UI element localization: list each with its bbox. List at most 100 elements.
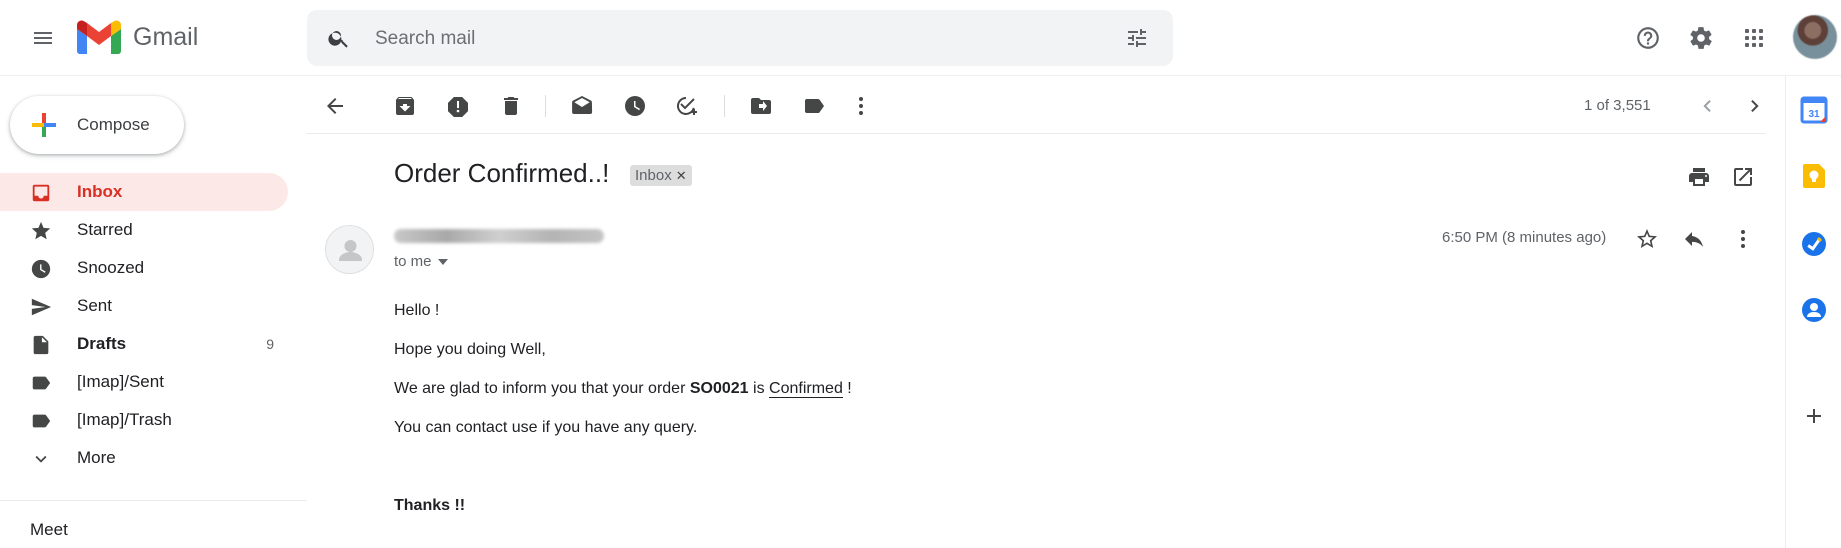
sidebar-item-snoozed[interactable]: Snoozed [0, 249, 288, 287]
sidebar-item-label: Starred [77, 220, 133, 239]
pagination-label: 1 of 3,551 [1584, 97, 1651, 114]
sidebar-divider [0, 500, 307, 501]
drafts-count: 9 [266, 336, 274, 352]
sidebar-item-label: Drafts [77, 334, 127, 353]
avatar[interactable] [1793, 15, 1837, 59]
body-signoff: Thanks !! [394, 497, 466, 514]
body-line: Hope you doing Well, [394, 341, 546, 358]
calendar-app-button[interactable]: 31 [1800, 96, 1828, 124]
reply-button[interactable] [1674, 219, 1714, 259]
sidebar-item-label: [Imap]/Sent [77, 372, 164, 391]
mark-unread-button[interactable] [564, 88, 600, 124]
more-vert-icon [859, 97, 863, 115]
order-status: Confirmed [769, 380, 843, 398]
get-addons-button[interactable] [1800, 402, 1828, 430]
gmail-m-icon [77, 20, 121, 54]
side-panel: 31 [1785, 76, 1841, 548]
archive-icon [396, 97, 414, 115]
google-apps-button[interactable] [1732, 16, 1776, 60]
report-spam-button[interactable] [440, 88, 476, 124]
print-icon [1689, 168, 1709, 186]
message-subject: Order Confirmed..! [394, 158, 610, 188]
gmail-logo[interactable]: Gmail [77, 20, 198, 54]
sidebar-item-drafts[interactable]: Drafts 9 [0, 325, 288, 363]
calendar-icon: 31 [1800, 96, 1828, 124]
older-button[interactable] [1737, 88, 1773, 124]
star-outline-icon [1637, 229, 1657, 248]
recipient-details[interactable]: to me [394, 253, 448, 270]
mark-email-unread-icon [572, 96, 593, 114]
open-in-new-window-button[interactable] [1723, 157, 1763, 197]
sidebar-item-more[interactable]: More [0, 439, 288, 477]
contacts-app-button[interactable] [1800, 296, 1828, 324]
tune-icon [1128, 29, 1146, 47]
snooze-button[interactable] [617, 88, 653, 124]
body-greeting: Hello ! [394, 302, 440, 319]
caret-down-icon [437, 258, 448, 265]
inbox-label-chip[interactable]: Inbox ✕ [630, 165, 692, 186]
chevron-right-icon [1751, 100, 1759, 112]
label-chip-text: Inbox [635, 167, 672, 184]
label-icon [32, 376, 51, 390]
print-all-button[interactable] [1679, 157, 1719, 197]
tasks-icon [1802, 232, 1826, 256]
apps-grid-icon [1745, 29, 1763, 47]
sidebar-item-inbox[interactable]: Inbox [0, 173, 288, 211]
search-button[interactable] [327, 26, 351, 50]
open-in-new-icon [1734, 168, 1752, 186]
move-to-button[interactable] [743, 88, 779, 124]
toolbar-divider [545, 95, 546, 117]
tasks-app-button[interactable] [1800, 230, 1828, 258]
sidebar-item-sent[interactable]: Sent [0, 287, 288, 325]
search-bar[interactable]: Search mail [307, 10, 1173, 66]
more-actions-button[interactable] [843, 88, 879, 124]
main-menu-button[interactable] [21, 16, 65, 60]
sidebar-item-label: [Imap]/Trash [77, 410, 172, 429]
sidebar-item-starred[interactable]: Starred [0, 211, 288, 249]
settings-button[interactable] [1679, 16, 1723, 60]
sidebar-item-label: Snoozed [77, 258, 145, 277]
draft-icon [33, 335, 49, 355]
sidebar-item-label: More [77, 448, 116, 467]
search-options-button[interactable] [1125, 26, 1149, 50]
add-to-tasks-button[interactable] [670, 88, 706, 124]
contacts-icon [1802, 298, 1826, 322]
app-title: Gmail [133, 22, 199, 51]
support-button[interactable] [1626, 16, 1670, 60]
plus-icon [32, 113, 56, 137]
arrow-back-icon [327, 98, 343, 114]
sidebar-item-imap-trash[interactable]: [Imap]/Trash [0, 401, 288, 439]
close-icon[interactable]: ✕ [676, 168, 687, 184]
plus-icon [1807, 409, 1821, 423]
sidebar-item-imap-sent[interactable]: [Imap]/Sent [0, 363, 288, 401]
search-input[interactable]: Search mail [375, 28, 475, 50]
star-button[interactable] [1627, 219, 1667, 259]
sender-avatar[interactable] [325, 225, 374, 274]
back-button[interactable] [317, 88, 353, 124]
delete-button[interactable] [493, 88, 529, 124]
hamburger-menu-icon [34, 32, 52, 44]
reply-icon [1685, 232, 1703, 247]
message-toolbar: 1 of 3,551 [307, 78, 1765, 134]
body-text: ! [842, 380, 852, 397]
message-timestamp: 6:50 PM (8 minutes ago) [1442, 229, 1607, 246]
sender-email-redacted[interactable] [394, 229, 604, 243]
body-text: We are glad to inform you that your orde… [394, 380, 690, 397]
compose-label: Compose [77, 115, 150, 134]
keep-app-button[interactable] [1800, 162, 1828, 190]
newer-button[interactable] [1689, 88, 1725, 124]
more-vert-icon [1741, 230, 1745, 248]
message-more-button[interactable] [1723, 219, 1763, 259]
labels-button[interactable] [796, 88, 832, 124]
label-icon [805, 99, 824, 113]
keep-icon [1803, 164, 1825, 188]
spam-icon [448, 97, 468, 117]
meet-section-title: Meet [30, 520, 68, 539]
compose-button[interactable]: Compose [10, 96, 184, 154]
svg-text:31: 31 [1808, 109, 1820, 120]
trash-icon [504, 97, 518, 115]
chevron-down-icon [35, 455, 47, 463]
archive-button[interactable] [387, 88, 423, 124]
order-id: SO0021 [689, 380, 749, 397]
sidebar-item-label: Inbox [77, 182, 123, 201]
